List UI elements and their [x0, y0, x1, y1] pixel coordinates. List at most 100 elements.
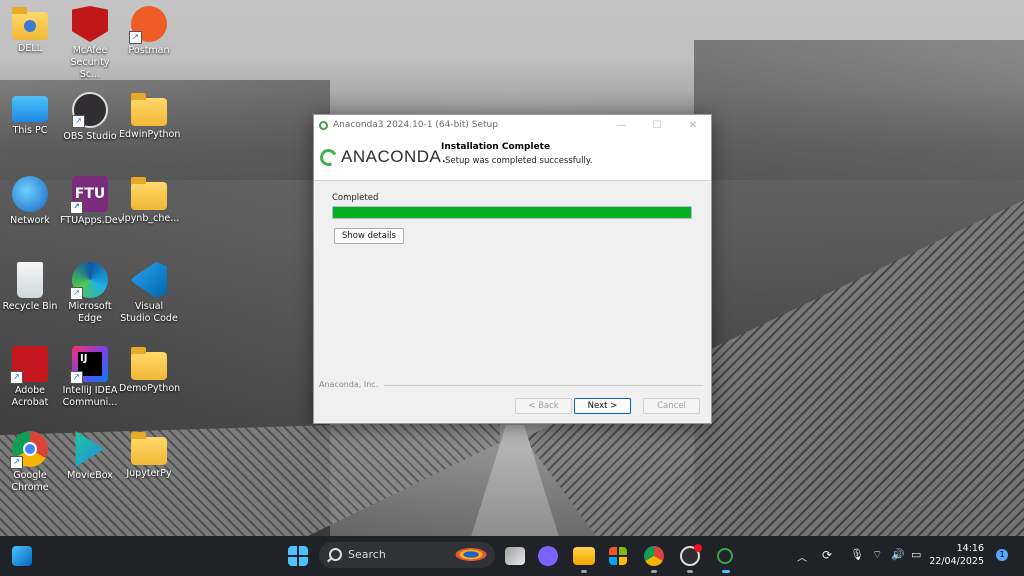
microphone-icon[interactable]: 🎙	[850, 548, 864, 561]
obs-icon: ↗	[72, 92, 108, 128]
desktop-icon-postman[interactable]: ↗ Postman	[119, 6, 179, 57]
edge-icon: ↗	[70, 262, 108, 300]
user-badge-icon	[24, 20, 36, 32]
shortcut-arrow-icon: ↗	[70, 287, 83, 300]
anaconda-logo: ANACONDA.	[317, 146, 447, 168]
desktop-icon-label: Visual Studio Code	[120, 301, 178, 324]
tray-overflow-chevron-icon[interactable]: ︿	[797, 549, 807, 564]
ftu-icon: FTU ↗	[70, 176, 108, 214]
desktop-icon-dell[interactable]: DELL	[0, 6, 60, 55]
branding-text: Anaconda, Inc.	[319, 380, 379, 389]
shortcut-arrow-icon: ↗	[72, 115, 85, 128]
notification-badge[interactable]: 1	[996, 549, 1008, 561]
desktop-icon-obs-studio[interactable]: ↗ OBS Studio	[60, 92, 120, 143]
monitor-icon	[12, 96, 48, 122]
obs-taskbar-icon[interactable]	[680, 544, 702, 566]
taskbar-clock[interactable]: 14:16 22/04/2025	[929, 542, 984, 568]
file-explorer-icon[interactable]	[573, 547, 595, 565]
maximize-button[interactable]: ☐	[639, 120, 675, 131]
teams-meet-icon[interactable]	[538, 546, 558, 566]
volume-icon[interactable]: 🔊	[891, 548, 905, 561]
installer-header-title: Installation Complete	[441, 142, 551, 152]
desktop-icon-this-pc[interactable]: This PC	[0, 92, 60, 137]
footer-divider	[384, 385, 703, 386]
desktop-icon-label: Recycle Bin	[2, 301, 58, 312]
folder-icon	[131, 432, 167, 465]
minimize-button[interactable]: —	[603, 120, 639, 131]
shortcut-arrow-icon: ↗	[70, 201, 83, 214]
search-placeholder: Search	[348, 548, 386, 561]
desktop-icon-label: IntelliJ IDEA Communi...	[62, 385, 118, 408]
shortcut-arrow-icon: ↗	[129, 31, 142, 44]
next-button[interactable]: Next >	[574, 398, 631, 414]
folder-icon	[131, 347, 167, 380]
ftu-icon-text: FTU	[74, 186, 106, 202]
desktop-icon-vscode[interactable]: Visual Studio Code	[119, 262, 179, 325]
shortcut-arrow-icon: ↗	[10, 456, 23, 469]
microsoft-store-icon[interactable]	[609, 547, 627, 565]
desktop-icon-label: Postman	[128, 45, 170, 56]
desktop-icon-google-chrome[interactable]: ↗ Google Chrome	[0, 431, 60, 494]
show-details-button[interactable]: Show details	[334, 228, 404, 244]
anaconda-taskbar-icon[interactable]	[717, 548, 733, 564]
desktop-icon-label: DemoPython	[119, 383, 181, 394]
task-view-icon[interactable]	[505, 547, 525, 565]
network-globe-icon	[12, 176, 48, 212]
desktop-icon-microsoft-edge[interactable]: ↗ Microsoft Edge	[60, 262, 120, 325]
desktop-icon-network[interactable]: Network	[0, 176, 60, 227]
desktop-icon-label: This PC	[12, 125, 48, 136]
desktop-icon-label: FTUApps.Dev	[60, 215, 124, 226]
folder-icon	[12, 7, 48, 40]
desktop-icon-label: DELL	[18, 43, 42, 54]
back-button[interactable]: < Back	[515, 398, 572, 414]
desktop-icon-label: Network	[10, 215, 50, 226]
desktop-icon-label: OBS Studio	[63, 131, 117, 142]
search-icon	[329, 548, 342, 561]
shortcut-arrow-icon: ↗	[70, 371, 83, 384]
anaconda-setup-window: Anaconda3 2024.10-1 (64-bit) Setup — ☐ ✕…	[313, 114, 712, 424]
running-indicator	[581, 570, 587, 573]
running-indicator	[687, 570, 693, 573]
desktop-icon-label: McAfee Security Sc...	[70, 45, 110, 80]
chrome-taskbar-icon[interactable]	[644, 546, 664, 566]
chrome-center-icon	[23, 442, 37, 456]
acrobat-icon: ↗	[10, 346, 48, 384]
widgets-icon[interactable]	[12, 546, 32, 566]
installer-header: ANACONDA. Installation Complete Setup wa…	[314, 135, 711, 181]
desktop-icon-ipynb-checkpoints[interactable]: .ipynb_che...	[119, 176, 179, 225]
moviebox-play-icon	[75, 431, 105, 467]
shortcut-arrow-icon: ↗	[10, 371, 23, 384]
desktop-icon-demopython[interactable]: DemoPython	[119, 346, 181, 395]
start-windows-icon[interactable]	[288, 546, 308, 566]
anaconda-ring-icon	[317, 146, 340, 168]
wifi-icon[interactable]: ⌔	[872, 548, 882, 562]
desktop-icon-jupyterpy[interactable]: JupyterPy	[119, 431, 179, 480]
desktop-icon-adobe-acrobat[interactable]: ↗ Adobe Acrobat	[0, 346, 60, 409]
taskbar-search-box[interactable]: Search	[319, 542, 495, 568]
search-highlight-art-icon	[453, 547, 489, 562]
desktop-icon-ftuapps[interactable]: FTU ↗ FTUApps.Dev	[60, 176, 124, 227]
desktop-icon-intellij[interactable]: IJ ↗ IntelliJ IDEA Communi...	[60, 346, 120, 409]
vscode-icon	[131, 262, 167, 298]
desktop-icon-label: Microsoft Edge	[68, 301, 112, 324]
desktop-icon-edwinpython[interactable]: EdwinPython	[119, 92, 181, 141]
active-indicator	[722, 570, 730, 573]
intellij-icon: IJ ↗	[70, 346, 108, 384]
sync-icon[interactable]: ⟳	[822, 548, 832, 562]
clock-date: 22/04/2025	[929, 556, 984, 567]
battery-icon[interactable]: ▭	[911, 548, 921, 561]
install-progress-bar	[332, 206, 692, 219]
close-button[interactable]: ✕	[675, 120, 711, 131]
taskbar: Search ︿ ⟳ 🎙 ⌔ 🔊 ▭ 14:16 22/04/2025 1	[0, 536, 1024, 576]
desktop-icon-label: .ipynb_che...	[119, 213, 180, 224]
desktop-icon-label: MovieBox	[67, 470, 113, 481]
cancel-button[interactable]: Cancel	[643, 398, 700, 414]
desktop-icon-recycle-bin[interactable]: Recycle Bin	[0, 262, 60, 313]
install-progress-fill	[333, 207, 691, 218]
chrome-icon: ↗	[10, 431, 48, 469]
desktop-icon-mcafee[interactable]: McAfee Security Sc...	[60, 6, 120, 81]
anaconda-app-icon	[319, 120, 328, 130]
desktop-icon-moviebox[interactable]: MovieBox	[60, 431, 120, 482]
desktop-icon-label: EdwinPython	[119, 129, 181, 140]
window-titlebar[interactable]: Anaconda3 2024.10-1 (64-bit) Setup — ☐ ✕	[314, 115, 711, 135]
